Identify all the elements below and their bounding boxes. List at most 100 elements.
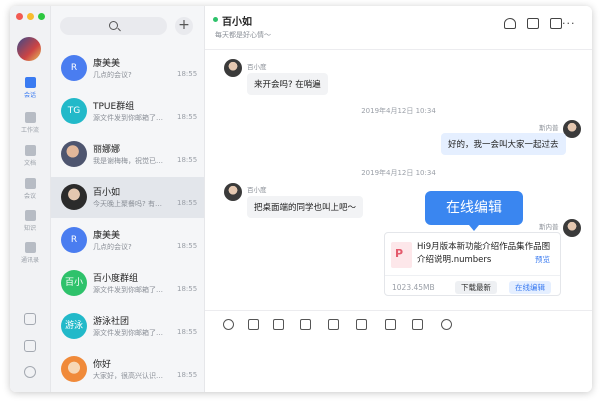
timestamp: 2019年4月12日 10:34 bbox=[361, 169, 436, 177]
sender-avatar[interactable] bbox=[563, 219, 581, 237]
emoji-icon[interactable] bbox=[223, 319, 234, 330]
conversation-item[interactable]: 百小 百小度群组 源文件发到你邮箱了… 18:55 bbox=[51, 263, 204, 304]
add-person-icon[interactable] bbox=[504, 18, 516, 29]
avatar: TG bbox=[61, 98, 87, 124]
timestamp: 2019年4月12日 10:34 bbox=[361, 107, 436, 115]
edit-online-tooltip: 在线编辑 bbox=[425, 191, 523, 231]
conversation-time: 18:55 bbox=[177, 70, 198, 78]
download-button[interactable]: 下载最新 bbox=[455, 281, 497, 294]
conversation-name: 康美美 bbox=[93, 231, 121, 241]
chat-pane: 百小如 每天都是好心情～ ··· 百小度 来开会吗? 在哨遍 2019年4月12… bbox=[205, 6, 592, 392]
conversation-name: 百小如 bbox=[93, 188, 121, 198]
conversation-time: 18:55 bbox=[177, 199, 198, 207]
conversation-item[interactable]: 你好 大家好，很高兴认识… 18:55 bbox=[51, 349, 204, 390]
rail-item-chat[interactable]: 会话 bbox=[10, 77, 50, 99]
sender-avatar[interactable] bbox=[563, 120, 581, 138]
contact-card-icon[interactable] bbox=[300, 319, 311, 330]
meeting-icon bbox=[24, 178, 36, 189]
avatar: R bbox=[61, 55, 87, 81]
folder-icon[interactable] bbox=[527, 18, 539, 29]
conversation-name: 丽娜娜 bbox=[93, 145, 121, 155]
search-input[interactable] bbox=[60, 17, 167, 35]
conversation-time: 18:55 bbox=[177, 242, 198, 250]
file-card[interactable]: P Hi9月版本新功能介绍作品集作品图介绍说明.numbers 预览 1023.… bbox=[384, 232, 561, 296]
rail-item-knowledge[interactable]: 知识 bbox=[10, 210, 50, 232]
avatar bbox=[61, 356, 87, 382]
user-avatar[interactable] bbox=[17, 37, 41, 61]
call-icon[interactable] bbox=[24, 313, 36, 325]
input-divider bbox=[205, 310, 592, 311]
conversation-preview: 源文件发到你邮箱了… bbox=[93, 114, 163, 122]
sender-name: 斯内普 bbox=[539, 124, 559, 132]
sender-name: 百小度 bbox=[247, 186, 267, 194]
conversation-name: 游泳社团 bbox=[93, 317, 130, 327]
conversation-time: 18:55 bbox=[177, 328, 198, 336]
avatar bbox=[61, 184, 87, 210]
avatar: R bbox=[61, 227, 87, 253]
more-circle-icon[interactable] bbox=[24, 366, 36, 378]
avatar: 游泳 bbox=[61, 313, 87, 339]
task-icon[interactable] bbox=[328, 319, 339, 330]
rail-item-label: 文档 bbox=[23, 160, 36, 167]
message-bubble[interactable]: 好的，我一会叫大家一起过去 bbox=[441, 133, 566, 155]
rail-item-label: 会议 bbox=[23, 193, 36, 200]
rail-item-contacts[interactable]: 通讯录 bbox=[10, 242, 50, 264]
conversation-time: 18:55 bbox=[177, 156, 198, 164]
more-icon[interactable]: ··· bbox=[562, 17, 576, 30]
header-divider bbox=[205, 49, 592, 50]
chat-subtitle: 每天都是好心情～ bbox=[215, 31, 271, 39]
rail-item-document[interactable]: 文档 bbox=[10, 145, 50, 167]
calendar-icon[interactable] bbox=[385, 319, 396, 330]
document-icon bbox=[24, 145, 36, 156]
close-window-button[interactable] bbox=[16, 13, 23, 20]
conversation-item[interactable]: TG TPUE群组 源文件发到你邮箱了… 18:55 bbox=[51, 91, 204, 132]
rail-item-meeting[interactable]: 会议 bbox=[10, 178, 50, 200]
upload-icon[interactable] bbox=[273, 319, 284, 330]
rail-item-label: 通讯录 bbox=[20, 257, 39, 264]
conversation-item[interactable]: 游泳 游泳社团 源文件发到你邮箱了… 18:55 bbox=[51, 306, 204, 347]
conversation-time: 18:55 bbox=[177, 113, 198, 121]
add-button[interactable]: + bbox=[175, 17, 193, 35]
sender-avatar[interactable] bbox=[224, 183, 242, 201]
conversation-name: 康美美 bbox=[93, 59, 121, 69]
conversation-item-selected[interactable]: 百小如 今天晚上聚餐吗? 有… 18:55 bbox=[51, 177, 204, 218]
file-card-divider bbox=[385, 275, 560, 276]
search-icon bbox=[109, 21, 118, 30]
message-plus-icon[interactable] bbox=[550, 18, 562, 29]
contacts-icon bbox=[24, 242, 36, 253]
workflow-icon bbox=[24, 112, 36, 123]
sender-name: 斯内普 bbox=[539, 223, 559, 231]
conversation-time: 18:55 bbox=[177, 371, 198, 379]
conversation-preview: 源文件发到你邮箱了… bbox=[93, 329, 163, 337]
conversation-item[interactable]: 丽娜娜 我是谢梅梅，祝觉已… 18:55 bbox=[51, 134, 204, 175]
nav-rail: 会话 工作流 文档 会议 知识 通讯录 bbox=[10, 6, 51, 392]
conversation-item[interactable]: R 康美美 几点的会议? 18:55 bbox=[51, 220, 204, 261]
preview-link[interactable]: 预览 bbox=[535, 254, 550, 265]
sender-avatar[interactable] bbox=[224, 59, 242, 77]
maximize-window-button[interactable] bbox=[38, 13, 45, 20]
message-bubble[interactable]: 把桌面端的同学也叫上吧～ bbox=[247, 196, 364, 218]
avatar: 百小 bbox=[61, 270, 87, 296]
conversation-preview: 今天晚上聚餐吗? 有… bbox=[93, 200, 162, 208]
bookmark-icon[interactable] bbox=[24, 340, 36, 352]
chat-icon bbox=[24, 77, 36, 88]
minimize-window-button[interactable] bbox=[27, 13, 34, 20]
history-icon[interactable] bbox=[441, 319, 452, 330]
app-window: 会话 工作流 文档 会议 知识 通讯录 + R 康美美 几点的会议? 18:55… bbox=[10, 6, 592, 392]
scissors-icon[interactable] bbox=[248, 319, 259, 330]
message-bubble[interactable]: 来开会吗? 在哨遍 bbox=[247, 73, 328, 95]
edit-online-button[interactable]: 在线编辑 bbox=[509, 281, 551, 294]
rail-item-workflow[interactable]: 工作流 bbox=[10, 112, 50, 134]
conversation-preview: 我是谢梅梅，祝觉已… bbox=[93, 157, 163, 165]
conversation-name: TPUE群组 bbox=[93, 102, 135, 112]
online-status-icon bbox=[213, 17, 218, 22]
window-controls bbox=[16, 13, 45, 20]
conversation-item[interactable]: R 康美美 几点的会议? 18:55 bbox=[51, 48, 204, 89]
conversation-preview: 大家好，很高兴认识… bbox=[93, 372, 163, 380]
avatar bbox=[61, 141, 87, 167]
conversation-preview: 源文件发到你邮箱了… bbox=[93, 286, 163, 294]
voice-call-icon[interactable] bbox=[412, 319, 423, 330]
conversation-preview: 几点的会议? bbox=[93, 71, 132, 79]
screen-record-icon[interactable] bbox=[356, 319, 367, 330]
sender-name: 百小度 bbox=[247, 63, 267, 71]
